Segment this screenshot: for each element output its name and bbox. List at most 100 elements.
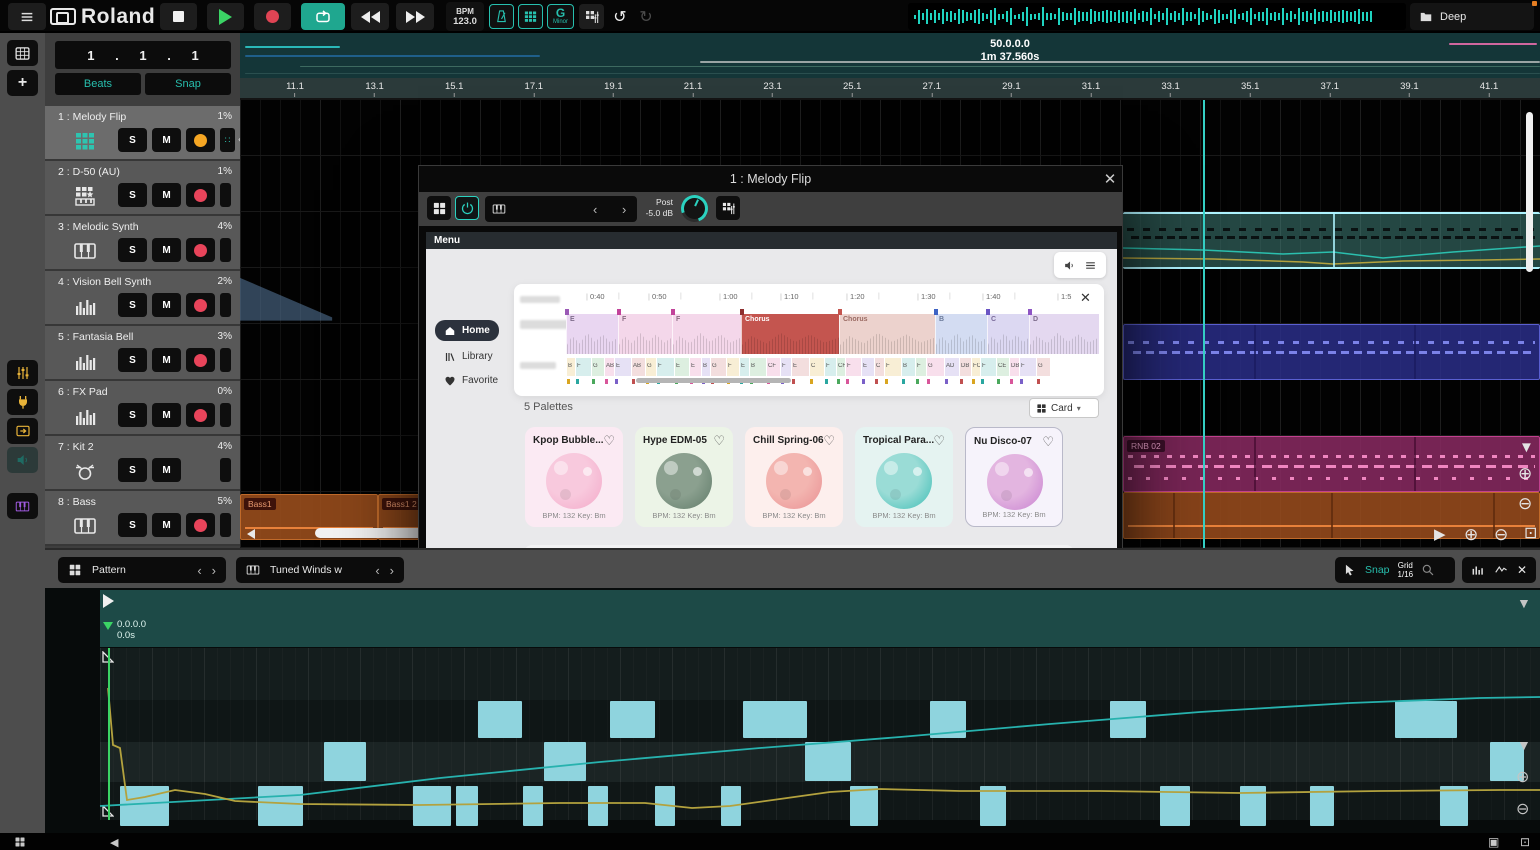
chord-segment[interactable]: B [749, 358, 766, 376]
chord-segment[interactable]: B [566, 358, 575, 376]
chord-segment[interactable]: F [656, 358, 674, 376]
solo-button[interactable]: S [118, 458, 147, 482]
clip-fantasia[interactable] [1123, 324, 1540, 380]
playhead[interactable] [1203, 100, 1205, 548]
chord-segment[interactable]: E [689, 358, 701, 376]
velocity-icon[interactable] [1471, 563, 1485, 577]
vertical-scrollbar[interactable] [1526, 112, 1533, 272]
palette-heart-button[interactable]: ♡ [1042, 434, 1054, 450]
sound-menu-chip[interactable] [1054, 252, 1106, 278]
chord-segment[interactable]: AB [604, 358, 614, 376]
editor-zoom-in[interactable]: ⊕ [1516, 770, 1529, 786]
palette-card[interactable]: Chill Spring-06♡BPM: 132 Key: Bm [745, 427, 843, 527]
track-extra-button[interactable]: ∷ [220, 128, 235, 152]
chord-segment[interactable]: F [915, 358, 926, 376]
chord-segment[interactable]: F [884, 358, 901, 376]
song-section-e[interactable]: E [566, 314, 618, 354]
clip-split[interactable] [1414, 325, 1416, 379]
fx-sliders-button[interactable] [7, 360, 38, 386]
record-arm-button[interactable] [186, 513, 215, 537]
clip-split[interactable] [1173, 493, 1175, 538]
record-arm-button[interactable] [186, 128, 215, 152]
preview-scrollbar[interactable] [636, 378, 791, 383]
snap-toggle[interactable]: Snap [145, 73, 231, 95]
record-arm-button[interactable] [186, 183, 215, 207]
mute-button[interactable]: M [152, 458, 181, 482]
chord-segment[interactable]: G [710, 358, 726, 376]
clips-view-button[interactable] [7, 40, 38, 66]
zoom-out-v-button[interactable]: ⊖ [1518, 495, 1532, 512]
zoom-out-h-button[interactable]: ⊖ [1494, 526, 1508, 543]
plugin-rack-button[interactable] [7, 389, 38, 415]
chord-segment[interactable]: F [780, 358, 791, 376]
plugin-preset-selector[interactable]: ‹ › [485, 196, 637, 222]
chord-segment[interactable]: E [861, 358, 874, 376]
track-row[interactable]: 4 : Vision Bell Synth2%SM [45, 271, 240, 326]
mute-button[interactable]: M [152, 238, 181, 262]
chord-segment[interactable]: E [614, 358, 631, 376]
palette-heart-button[interactable]: ♡ [823, 433, 835, 449]
chord-segment[interactable]: DB [1009, 358, 1019, 376]
track-handle[interactable] [220, 458, 231, 482]
library-selector[interactable]: Deep [1410, 3, 1534, 30]
chord-segment[interactable]: FC [971, 358, 980, 376]
track-row[interactable]: 3 : Melodic Synth4%SM [45, 216, 240, 271]
chord-segment[interactable]: E [791, 358, 809, 376]
chord-segment[interactable]: E [674, 358, 689, 376]
chord-segment[interactable]: F [575, 358, 591, 376]
rewind-button[interactable] [351, 3, 389, 30]
palette-card[interactable]: Kpop Bubble...♡BPM: 132 Key: Bm [525, 427, 623, 527]
chord-segment[interactable]: F [824, 358, 836, 376]
record-arm-button[interactable] [186, 348, 215, 372]
record-arm-button[interactable] [186, 403, 215, 427]
disabled-speaker-button[interactable] [7, 447, 38, 473]
chord-segment[interactable]: F [845, 358, 861, 376]
clip-rnb[interactable]: RNB 02 [1123, 436, 1540, 492]
record-arm-button[interactable] [186, 293, 215, 317]
main-menu-button[interactable] [8, 3, 46, 30]
chord-segment[interactable]: G [645, 358, 656, 376]
timeline-ruler[interactable]: 11.113.115.117.119.121.123.125.127.129.1… [240, 78, 1540, 100]
track-row[interactable]: 8 : Bass5%SM [45, 491, 240, 546]
palette-heart-button[interactable]: ♡ [933, 433, 945, 449]
grid-quantize-button[interactable] [518, 4, 543, 29]
preset-prev[interactable]: ‹ [593, 202, 597, 217]
scroll-back-button[interactable]: ◀ [110, 836, 118, 849]
track-row[interactable]: 2 : D-50 (AU)1%SM [45, 161, 240, 216]
chord-segment[interactable]: E [739, 358, 749, 376]
track-row[interactable]: 1 : Melody Flip1%SM∷‹ [45, 106, 240, 161]
pattern-next[interactable]: › [212, 563, 216, 578]
mute-button[interactable]: M [152, 183, 181, 207]
chord-segment[interactable]: G [591, 358, 604, 376]
palette-card[interactable]: Hype EDM-05♡BPM: 132 Key: Bm [635, 427, 733, 527]
track-handle[interactable] [220, 293, 231, 317]
track-handle[interactable] [220, 348, 231, 372]
editor-zoom-out[interactable]: ⊖ [1516, 802, 1529, 818]
track-row[interactable]: 6 : FX Pad0%SM [45, 381, 240, 436]
chord-segment[interactable]: F [726, 358, 739, 376]
send-return-button[interactable] [7, 418, 38, 444]
mute-button[interactable]: M [152, 128, 181, 152]
solo-button[interactable]: S [118, 183, 147, 207]
play-button[interactable] [207, 3, 244, 30]
chord-segment[interactable]: CE [996, 358, 1009, 376]
palette-heart-button[interactable]: ♡ [603, 433, 615, 449]
plugin-menu-strip[interactable]: Menu [426, 232, 1117, 249]
clip-melodic-selected[interactable] [1123, 212, 1540, 269]
plugin-titlebar[interactable]: 1 : Melody Flip [419, 166, 1122, 192]
track-handle[interactable] [220, 183, 231, 207]
chord-segment[interactable]: G [1036, 358, 1050, 376]
instrument-prev[interactable]: ‹ [375, 563, 379, 578]
instrument-selector[interactable]: Tuned Winds w ‹ › [236, 557, 404, 583]
add-track-button[interactable]: + [7, 70, 38, 96]
scroll-left-arrow[interactable] [247, 529, 255, 539]
plugin-close-button[interactable]: ✕ [1101, 170, 1119, 188]
solo-button[interactable]: S [118, 513, 147, 537]
chord-segment[interactable]: C [874, 358, 884, 376]
palette-heart-button[interactable]: ♡ [713, 433, 725, 449]
chord-segment[interactable]: C [809, 358, 824, 376]
beats-toggle[interactable]: Beats [55, 73, 141, 95]
track-handle[interactable] [220, 513, 231, 537]
chord-segment[interactable]: G [926, 358, 944, 376]
solo-button[interactable]: S [118, 293, 147, 317]
